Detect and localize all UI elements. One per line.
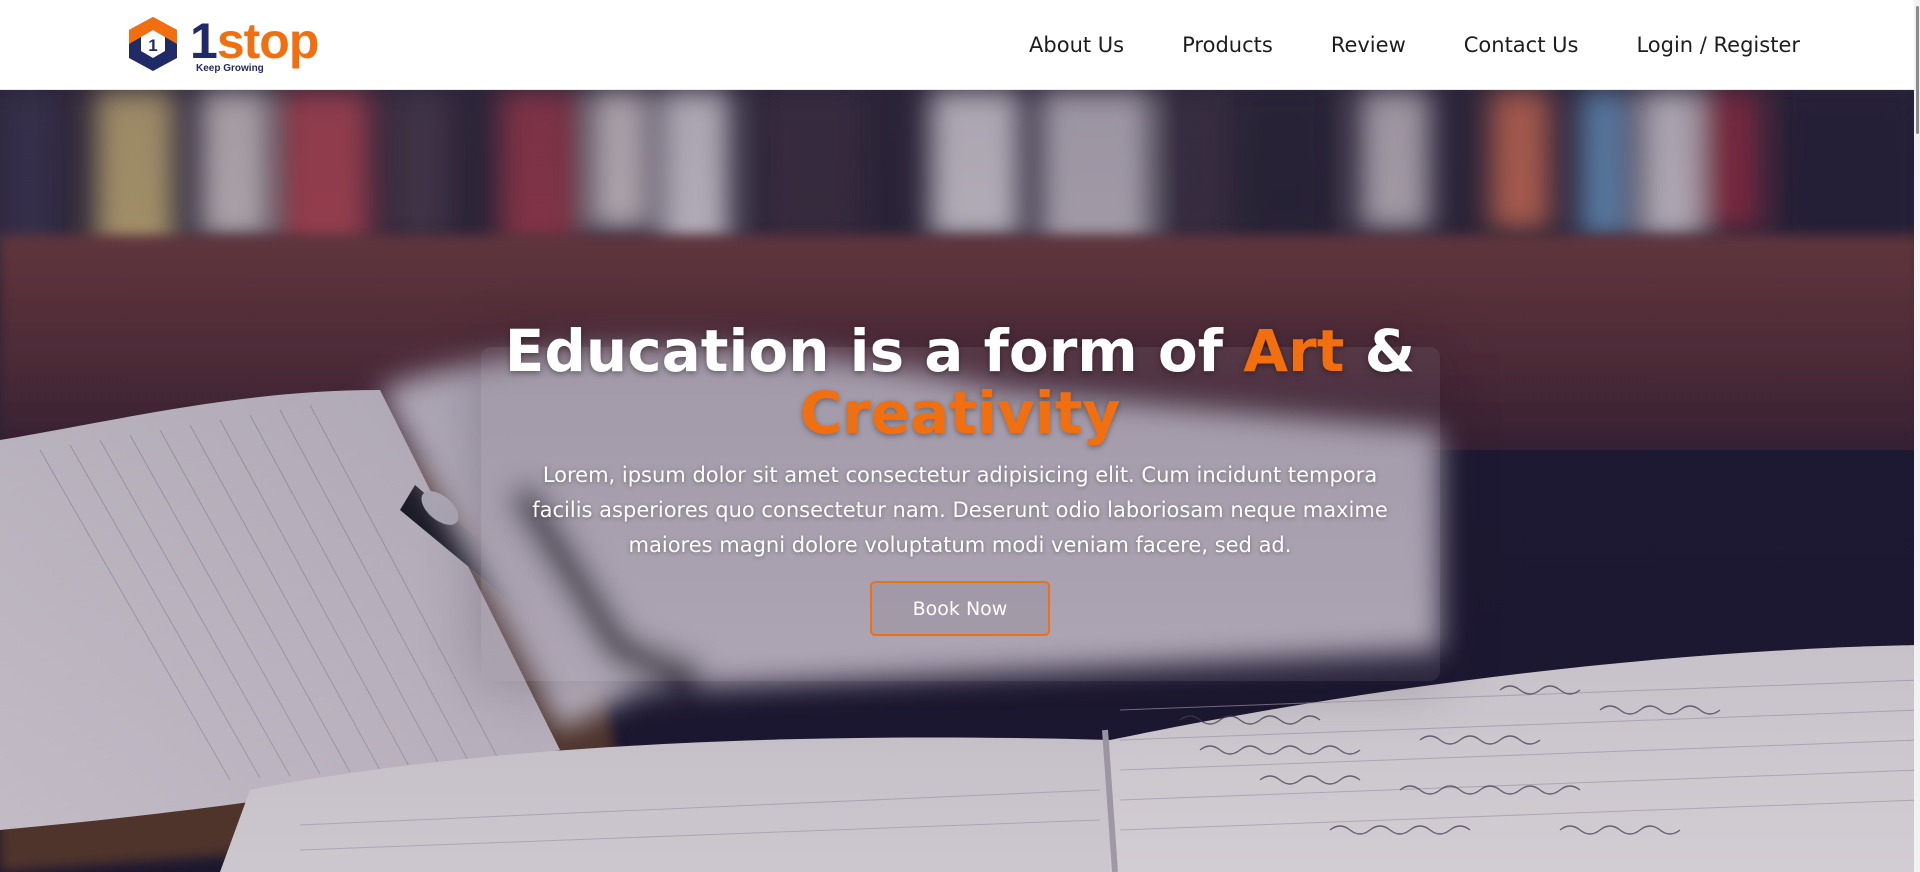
nav-review[interactable]: Review — [1331, 33, 1406, 57]
hero-title-part-1: Education is a form of — [504, 317, 1244, 385]
brand-tagline: Keep Growing — [196, 63, 264, 74]
hero-description: Lorem, ipsum dolor sit amet consectetur … — [532, 463, 1388, 557]
book-now-button[interactable]: Book Now — [870, 581, 1050, 636]
brand-wordmark: 1stop — [190, 13, 319, 69]
nav-contact-us[interactable]: Contact Us — [1464, 33, 1579, 57]
hero-title-accent-art: Art — [1243, 317, 1345, 385]
svg-text:1: 1 — [148, 36, 157, 55]
brand-logo[interactable]: 1 1stop Keep Growing — [126, 13, 326, 75]
hero-title-accent-creativity: Creativity — [799, 379, 1121, 447]
hero-title: Education is a form of Art & Creativity — [0, 320, 1920, 444]
main-nav: About Us Products Review Contact Us Logi… — [1029, 0, 1800, 90]
nav-login-register[interactable]: Login / Register — [1636, 33, 1800, 57]
hero-title-part-2: & — [1344, 317, 1416, 385]
nav-about-us[interactable]: About Us — [1029, 33, 1124, 57]
scrollbar-thumb[interactable] — [1916, 6, 1919, 134]
page-scrollbar[interactable] — [1914, 0, 1920, 872]
hexagon-logo-icon: 1 — [129, 17, 177, 71]
navbar: 1 1stop Keep Growing About Us Products R… — [0, 0, 1920, 90]
nav-products[interactable]: Products — [1182, 33, 1273, 57]
